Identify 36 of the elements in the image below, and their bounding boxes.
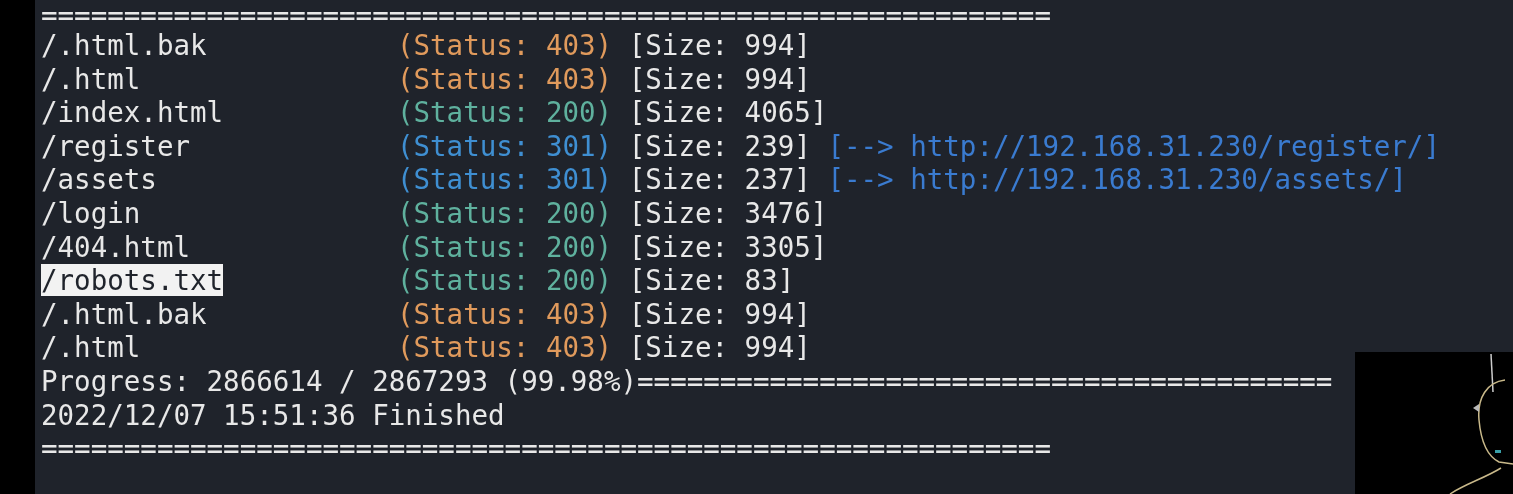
progress-line: Progress: 2866614 / 2867293 (99.98%)==========================================: [41, 364, 1334, 399]
size-value: [Size: 237]: [628, 163, 811, 196]
status-code: (Status: 200): [396, 264, 613, 297]
size-value: [Size: 994]: [628, 297, 811, 330]
result-path: /assets: [41, 163, 157, 196]
status-code: (Status: 200): [396, 96, 613, 129]
status-code: (Status: 200): [396, 196, 613, 229]
size-value: [Size: 994]: [628, 331, 811, 364]
result-path: /.html.bak: [41, 29, 207, 61]
result-path: /.html: [41, 62, 141, 95]
redirect-url: [--> http://192.168.31.230/assets/]: [827, 163, 1407, 196]
result-path: /.html: [41, 331, 141, 364]
size-value: [Size: 4065]: [628, 96, 828, 129]
finished-line: 2022/12/07 15:51:36 Finished: [41, 398, 506, 433]
size-value: [Size: 83]: [628, 264, 795, 297]
status-code: (Status: 403): [396, 29, 613, 61]
result-path: /index.html: [41, 96, 224, 129]
separator-line: =============================================================: [41, 432, 1052, 466]
status-code: (Status: 403): [396, 297, 613, 330]
size-value: [Size: 239]: [628, 129, 811, 162]
result-path: /.html.bak: [41, 297, 207, 330]
status-code: (Status: 301): [396, 129, 613, 162]
status-code: (Status: 403): [396, 62, 613, 95]
status-code: (Status: 403): [396, 331, 613, 364]
result-path: /login: [41, 196, 141, 229]
redirect-url: [--> http://192.168.31.230/register/]: [827, 129, 1440, 162]
size-value: [Size: 994]: [628, 29, 811, 61]
result-path: /robots.txt: [41, 264, 224, 297]
size-value: [Size: 3476]: [628, 196, 828, 229]
result-path: /404.html: [41, 230, 190, 263]
size-value: [Size: 3305]: [628, 230, 828, 263]
status-code: (Status: 301): [396, 163, 613, 196]
result-path: /register: [41, 129, 190, 162]
size-value: [Size: 994]: [628, 62, 811, 95]
status-code: (Status: 200): [396, 230, 613, 263]
separator-line: =============================================================: [41, 1, 1052, 29]
